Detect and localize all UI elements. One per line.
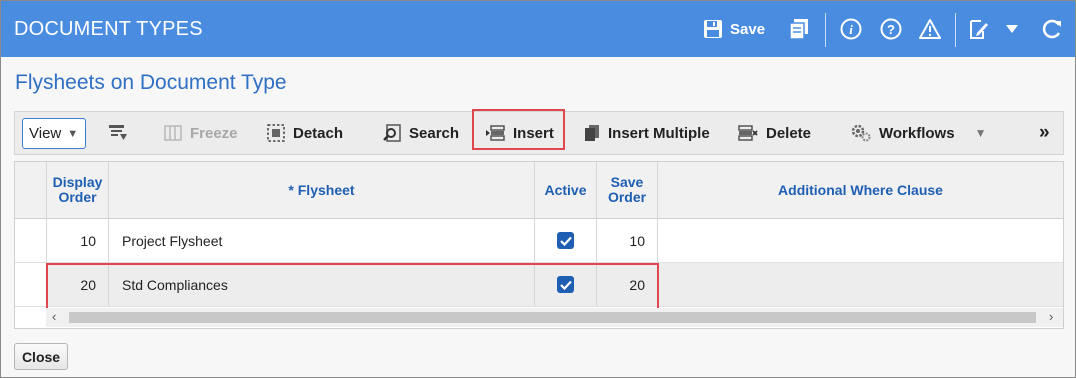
column-header-active[interactable]: Active [535,162,597,218]
section-title: Flysheets on Document Type [15,71,287,94]
detach-icon [267,124,285,142]
edit-button[interactable] [969,15,989,43]
column-settings-button[interactable] [108,112,136,154]
delete-icon [738,125,758,141]
flysheet-cell[interactable]: Project Flysheet [109,219,535,262]
svg-text:i: i [849,22,853,37]
where-clause-cell[interactable] [658,263,1063,306]
grid-header: Display Order * Flysheet Active Save Ord… [15,162,1063,219]
display-order-cell[interactable]: 10 [47,219,109,262]
search-button[interactable]: Search [383,112,459,154]
search-label: Search [409,124,460,142]
freeze-icon [164,125,182,141]
caret-down-icon[interactable]: ▼ [975,126,987,140]
save-icon [704,20,722,38]
horizontal-scrollbar[interactable]: ‹ › [46,308,1063,327]
column-header-display-order[interactable]: Display Order [47,162,109,218]
freeze-label: Freeze [190,124,238,142]
chevron-down-icon [1006,25,1018,33]
refresh-icon [1042,19,1061,39]
title-bar: DOCUMENT TYPES Save i ? [1,1,1075,57]
insert-multiple-icon [585,125,599,141]
help-icon: ? [880,18,902,40]
caret-down-icon: ▼ [67,127,79,140]
detach-label: Detach [293,124,344,142]
row-selector-header [15,162,47,218]
edit-icon [970,20,988,39]
column-header-flysheet[interactable]: * Flysheet [109,162,535,218]
row-highlight [46,263,659,311]
insert-label: Insert [513,124,554,142]
more-tools-button[interactable]: » [1039,112,1050,154]
save-label: Save [730,20,766,38]
edit-dropdown-button[interactable] [1005,15,1019,43]
scroll-right-icon[interactable]: › [1049,309,1053,324]
workflows-button[interactable]: Workflows ▼ [851,112,986,154]
column-header-save-order[interactable]: Save Order [597,162,658,218]
workflows-icon [851,124,871,142]
help-button[interactable]: ? [880,15,902,43]
refresh-button[interactable] [1041,15,1063,43]
grid-toolbar: View ▼ Freeze Detach Search Insert Inser… [14,109,1064,155]
copy-button[interactable] [789,15,809,43]
separator [825,13,826,47]
close-button[interactable]: Close [14,343,68,370]
svg-text:?: ? [887,22,895,37]
insert-multiple-label: Insert Multiple [608,124,710,142]
delete-label: Delete [766,124,812,142]
active-cell[interactable] [535,219,597,262]
copy-icon [789,19,808,40]
workflows-label: Workflows [879,124,955,142]
info-button[interactable]: i [840,15,862,43]
scroll-left-icon[interactable]: ‹ [52,309,56,324]
active-checkbox[interactable] [557,232,574,249]
info-icon: i [840,18,862,40]
insert-multiple-button[interactable]: Insert Multiple [584,112,710,154]
scrollbar-thumb[interactable] [69,312,1036,323]
column-settings-icon [109,125,127,140]
freeze-button[interactable]: Freeze [164,112,238,154]
where-clause-cell[interactable] [658,219,1063,262]
row-selector[interactable] [15,263,47,306]
insert-icon [486,125,505,141]
warning-icon [919,19,941,39]
warning-button[interactable] [919,15,941,43]
view-label: View [29,125,62,142]
row-selector[interactable] [15,219,47,262]
checkmark-icon [559,236,572,246]
save-button[interactable]: Save [703,15,765,43]
table-row[interactable]: 10 Project Flysheet 10 [15,219,1063,263]
flysheet-grid: Display Order * Flysheet Active Save Ord… [14,161,1064,329]
view-dropdown[interactable]: View ▼ [22,118,86,149]
delete-button[interactable]: Delete [738,112,811,154]
window-title: DOCUMENT TYPES [14,18,203,40]
search-icon [383,124,401,142]
save-order-cell[interactable]: 10 [597,219,658,262]
column-header-where-clause[interactable]: Additional Where Clause [658,162,1063,218]
detach-button[interactable]: Detach [267,112,343,154]
insert-button[interactable]: Insert [485,112,554,154]
document-types-window: DOCUMENT TYPES Save i ? Flysheets on Doc… [0,0,1076,378]
separator [955,13,956,47]
